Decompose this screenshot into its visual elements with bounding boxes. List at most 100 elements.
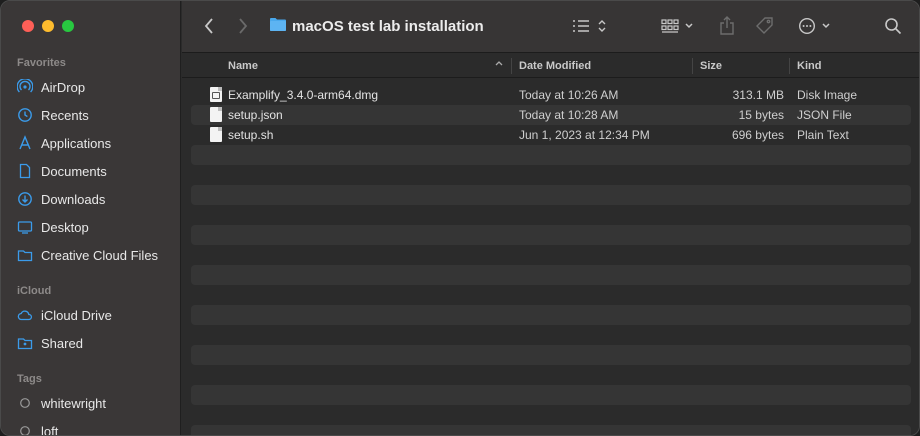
sidebar-item-tag-whitewright[interactable]: whitewright <box>13 391 173 415</box>
tag-circle-icon <box>17 423 33 435</box>
sidebar-item-tag-loft[interactable]: loft <box>13 419 173 436</box>
empty-row <box>191 145 911 165</box>
disk-image-icon <box>210 87 222 102</box>
tag-icon <box>755 16 775 39</box>
file-kind: Plain Text <box>797 128 849 142</box>
empty-row <box>191 365 911 385</box>
sidebar-item-label: Applications <box>41 135 112 151</box>
back-button[interactable] <box>196 14 222 40</box>
desktop-icon <box>17 219 33 235</box>
file-date: Today at 10:26 AM <box>519 88 619 102</box>
sidebar-item-documents[interactable]: Documents <box>13 159 173 183</box>
column-header-size[interactable]: Size <box>700 60 722 72</box>
table-row[interactable]: setup.sh Jun 1, 2023 at 12:34 PM 696 byt… <box>191 125 911 145</box>
folder-icon <box>270 17 286 35</box>
cloud-icon <box>17 307 33 323</box>
shared-folder-icon <box>17 335 33 351</box>
search-icon <box>884 17 902 38</box>
download-icon <box>17 191 33 207</box>
empty-row <box>191 385 911 405</box>
sidebar-item-label: loft <box>41 423 59 436</box>
file-kind: Disk Image <box>797 88 858 102</box>
clock-icon <box>17 107 33 123</box>
sidebar-item-label: whitewright <box>41 395 107 411</box>
file-name: setup.sh <box>228 128 274 142</box>
list-view-icon <box>571 18 607 37</box>
sidebar-item-label: Downloads <box>41 191 106 207</box>
folder-icon <box>17 247 33 263</box>
empty-row <box>191 225 911 245</box>
sidebar-item-airdrop[interactable]: AirDrop <box>13 75 173 99</box>
file-name: setup.json <box>228 108 283 122</box>
tag-button[interactable] <box>752 14 778 40</box>
sidebar: Favorites AirDrop Recents Applications D… <box>1 1 181 436</box>
column-header-kind[interactable]: Kind <box>797 60 821 72</box>
sort-ascending-icon <box>494 58 504 71</box>
document-icon <box>17 163 33 179</box>
sidebar-item-label: Documents <box>41 163 107 179</box>
table-row[interactable]: Examplify_3.4.0-arm64.dmg Today at 10:26… <box>191 85 911 105</box>
chevron-right-icon <box>237 17 249 38</box>
empty-row <box>191 265 911 285</box>
sidebar-item-label: Creative Cloud Files <box>41 247 159 263</box>
empty-row <box>191 245 911 265</box>
close-button[interactable] <box>22 20 34 32</box>
column-divider[interactable] <box>789 58 790 74</box>
empty-row <box>191 205 911 225</box>
empty-row <box>191 325 911 345</box>
empty-row <box>191 425 911 435</box>
empty-row <box>191 185 911 205</box>
sidebar-item-applications[interactable]: Applications <box>13 131 173 155</box>
sidebar-item-label: AirDrop <box>41 79 86 95</box>
empty-row <box>191 305 911 325</box>
file-list: Name Date Modified Size Kind Examplify_3… <box>182 54 919 435</box>
sidebar-item-label: iCloud Drive <box>41 307 112 323</box>
sidebar-item-shared[interactable]: Shared <box>13 331 173 355</box>
sidebar-item-downloads[interactable]: Downloads <box>13 187 173 211</box>
column-header-date[interactable]: Date Modified <box>519 60 591 72</box>
chevron-left-icon <box>203 17 215 38</box>
toolbar: macOS test lab installation <box>182 1 919 53</box>
window-title: macOS test lab installation <box>270 17 484 35</box>
table-row[interactable]: setup.json Today at 10:28 AM 15 bytes JS… <box>191 105 911 125</box>
icloud-section-label: iCloud <box>17 285 52 297</box>
favorites-section-label: Favorites <box>17 57 66 69</box>
tags-section-label: Tags <box>17 373 42 385</box>
window-title-text: macOS test lab installation <box>292 17 484 35</box>
sidebar-item-label: Desktop <box>41 219 89 235</box>
zoom-button[interactable] <box>62 20 74 32</box>
file-icon <box>210 107 222 122</box>
file-size: 696 bytes <box>731 128 784 142</box>
window-controls <box>22 20 74 32</box>
finder-window: Favorites AirDrop Recents Applications D… <box>0 0 920 436</box>
share-icon <box>719 15 735 39</box>
sidebar-item-desktop[interactable]: Desktop <box>13 215 173 239</box>
sidebar-item-recents[interactable]: Recents <box>13 103 173 127</box>
share-button[interactable] <box>714 14 740 40</box>
file-name: Examplify_3.4.0-arm64.dmg <box>228 88 379 102</box>
grid-group-icon <box>660 18 698 37</box>
empty-row <box>191 165 911 185</box>
empty-row <box>191 345 911 365</box>
action-menu-button[interactable] <box>796 14 836 40</box>
file-size: 15 bytes <box>738 108 784 122</box>
sidebar-item-creative-cloud-files[interactable]: Creative Cloud Files <box>13 243 173 267</box>
column-divider[interactable] <box>692 58 693 74</box>
forward-button[interactable] <box>230 14 256 40</box>
file-date: Jun 1, 2023 at 12:34 PM <box>519 128 650 142</box>
column-divider[interactable] <box>511 58 512 74</box>
column-header-name[interactable]: Name <box>228 60 258 72</box>
empty-row <box>191 285 911 305</box>
sidebar-item-label: Shared <box>41 335 83 351</box>
file-size: 313.1 MB <box>732 88 784 102</box>
sidebar-item-label: Recents <box>41 107 89 123</box>
view-options-button[interactable] <box>568 14 610 40</box>
sidebar-item-icloud-drive[interactable]: iCloud Drive <box>13 303 173 327</box>
group-by-button[interactable] <box>658 14 700 40</box>
file-icon <box>210 127 222 142</box>
file-kind: JSON File <box>797 108 852 122</box>
tag-circle-icon <box>17 395 33 411</box>
minimize-button[interactable] <box>42 20 54 32</box>
applications-icon <box>17 135 33 151</box>
search-button[interactable] <box>880 14 906 40</box>
